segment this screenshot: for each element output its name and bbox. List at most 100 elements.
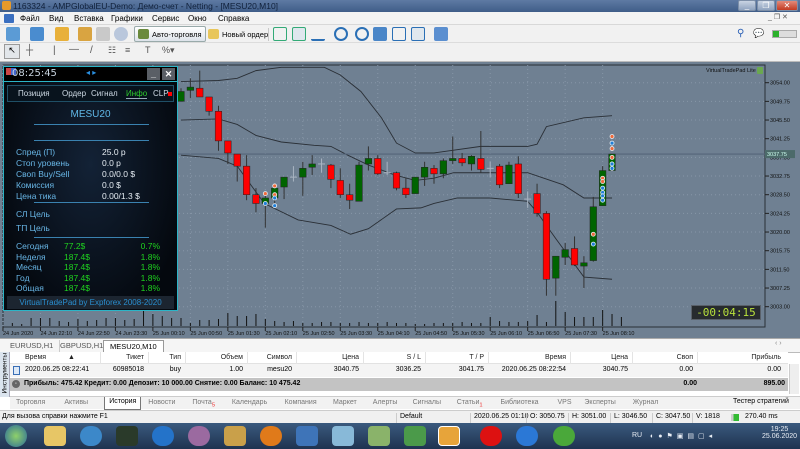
child-window-controls[interactable]: _ ❐ ✕: [768, 13, 788, 21]
column-header[interactable]: Время: [25, 354, 46, 361]
toolbox-tab[interactable]: Активы: [64, 399, 88, 406]
profiles-icon[interactable]: [30, 27, 44, 41]
cursor-icon[interactable]: ↖: [4, 44, 20, 59]
column-header[interactable]: Тип: [148, 354, 181, 361]
app-icon-blue[interactable]: [516, 426, 538, 446]
snipping-tool-icon[interactable]: [296, 426, 318, 446]
column-header[interactable]: S / L: [363, 354, 421, 361]
column-header[interactable]: Символ: [247, 354, 292, 361]
shapes-icon[interactable]: %▾: [162, 45, 175, 56]
strategy-tester-button[interactable]: Тестер стратегий: [733, 398, 789, 405]
column-header[interactable]: T / P: [425, 354, 484, 361]
chart-tab-eurusd[interactable]: EURUSD,H1: [4, 340, 61, 352]
chart-tab-mesu20[interactable]: MESU20,M10: [103, 340, 164, 352]
cleaner-icon[interactable]: [224, 426, 246, 446]
sort-asc-icon[interactable]: ▲: [68, 354, 75, 361]
menu-help[interactable]: Справка: [218, 14, 249, 23]
toolbox-tab[interactable]: Сигналы: [413, 399, 441, 406]
crosshair-icon[interactable]: ┼: [26, 45, 33, 56]
close-button[interactable]: ✕: [776, 0, 798, 11]
panel-nav-arrows[interactable]: ◂ ▸: [86, 68, 96, 77]
toolbox-tab[interactable]: Маркет: [333, 399, 357, 406]
panel-close-button[interactable]: ✕: [162, 68, 175, 80]
toolbox-side-label[interactable]: Инструменты: [0, 352, 10, 397]
column-header[interactable]: Цена: [570, 354, 628, 361]
tile-windows-icon[interactable]: [373, 27, 387, 41]
utorrent-icon[interactable]: [553, 426, 575, 446]
menu-file[interactable]: Файл: [20, 14, 40, 23]
menu-window[interactable]: Окно: [188, 14, 207, 23]
vertical-line-icon[interactable]: |: [53, 45, 56, 56]
toolbox-tab[interactable]: Журнал: [633, 399, 659, 406]
horizontal-line-icon[interactable]: —: [69, 44, 79, 55]
table-row[interactable]: 2020.06.25 08:22:41 60985018 buy 1.00 mesu20…: [10, 364, 788, 377]
tab-info[interactable]: Инфо: [126, 89, 148, 99]
flash-app-icon[interactable]: [152, 426, 174, 446]
menu-charts[interactable]: Графики: [111, 14, 143, 23]
minimize-button[interactable]: _: [738, 0, 756, 11]
app-icon-fx[interactable]: [116, 426, 138, 446]
column-header[interactable]: Своп: [632, 354, 693, 361]
toolbox-tab[interactable]: Алерты: [373, 399, 398, 406]
chart-shift-icon[interactable]: [411, 27, 425, 41]
tab-clp[interactable]: CLP: [153, 89, 169, 98]
menu-tools[interactable]: Сервис: [152, 14, 179, 23]
explorer-icon[interactable]: [44, 426, 66, 446]
opera-icon[interactable]: [480, 426, 502, 446]
tab-order[interactable]: Ордер: [62, 89, 86, 98]
toolbox-tab[interactable]: VPS: [558, 399, 572, 406]
tab-position[interactable]: Позиция: [18, 89, 50, 98]
candlestick-chart-icon[interactable]: [292, 27, 306, 41]
column-header[interactable]: Тикет: [100, 354, 144, 361]
line-chart-icon[interactable]: [311, 27, 325, 41]
column-header[interactable]: Прибыль: [697, 354, 781, 361]
metatrader-icon[interactable]: [404, 426, 426, 446]
toolbox-tab[interactable]: Статьи1: [457, 399, 483, 408]
tab-scroll-arrows[interactable]: ‹ ›: [775, 340, 782, 347]
column-header[interactable]: Цена: [296, 354, 359, 361]
browser-icon[interactable]: [80, 426, 102, 446]
market-watch-icon[interactable]: [55, 27, 69, 41]
zoom-out-icon[interactable]: [355, 27, 369, 41]
taskbar-clock[interactable]: 19:25 25.06.2020: [762, 426, 797, 440]
disc-app-icon[interactable]: [188, 426, 210, 446]
autoscroll-icon[interactable]: [392, 27, 406, 41]
chart-tab-gbpusd[interactable]: GBPUSD,H1: [54, 340, 111, 352]
menu-insert[interactable]: Вставка: [74, 14, 104, 23]
toolbox-tab[interactable]: Новости: [148, 399, 175, 406]
toolbox-scrollbar[interactable]: [789, 364, 799, 394]
start-button[interactable]: [5, 425, 27, 447]
tab-signal[interactable]: Сигнал: [91, 89, 118, 98]
tray-icons[interactable]: ◐●⚑▣▤▢◂: [650, 432, 716, 440]
new-order-button[interactable]: Новый ордер: [204, 26, 272, 42]
trendline-icon[interactable]: /: [90, 45, 93, 56]
toolbox-tab[interactable]: Эксперты: [584, 399, 615, 406]
search-icon[interactable]: ⚲: [737, 28, 744, 39]
screen-recorder-icon[interactable]: [438, 426, 460, 446]
notes-icon[interactable]: [368, 426, 390, 446]
navigator-icon[interactable]: [96, 27, 110, 41]
info-app-icon[interactable]: [260, 426, 282, 446]
text-icon[interactable]: T: [145, 45, 151, 55]
menu-view[interactable]: Вид: [49, 14, 63, 23]
toolbox-tab[interactable]: Компания: [285, 399, 317, 406]
fibo-fan-icon[interactable]: ≡: [125, 45, 130, 55]
toolbox-tab[interactable]: Почта5: [192, 399, 215, 408]
panel-header[interactable]: 08:25:45 ◂ ▸ _ ✕: [4, 67, 177, 82]
auto-trading-button[interactable]: Авто-торговля: [134, 26, 206, 42]
toolbox-tab[interactable]: История: [104, 397, 142, 410]
signal-icon[interactable]: [114, 27, 128, 41]
column-header[interactable]: Время: [488, 354, 566, 361]
bar-chart-icon[interactable]: [273, 27, 287, 41]
zoom-in-icon[interactable]: [334, 27, 348, 41]
panel-minimize-button[interactable]: _: [147, 68, 160, 80]
chat-icon[interactable]: 💬: [753, 28, 764, 39]
toolbox-tab[interactable]: Торговля: [16, 399, 45, 406]
toolbox-tab[interactable]: Библиотека: [501, 399, 539, 406]
data-window-icon[interactable]: [78, 27, 92, 41]
language-indicator[interactable]: RU: [632, 432, 642, 439]
column-header[interactable]: Объем: [185, 354, 243, 361]
toolbox-tab[interactable]: Календарь: [232, 399, 267, 406]
notepad-icon[interactable]: [332, 426, 354, 446]
maximize-button[interactable]: ❐: [757, 0, 775, 11]
